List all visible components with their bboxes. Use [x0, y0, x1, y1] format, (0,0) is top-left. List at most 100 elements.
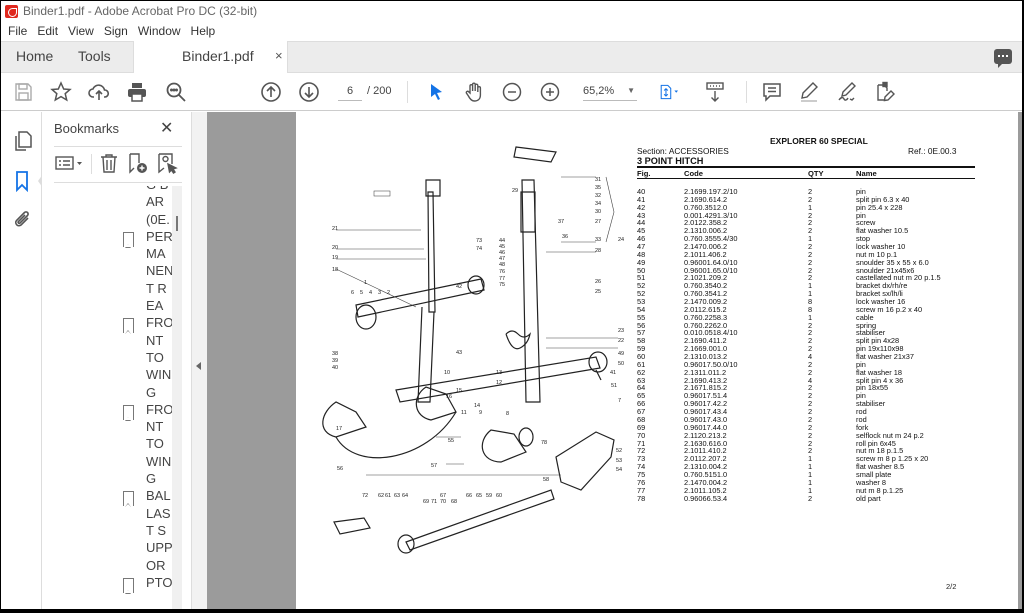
bookmarks-icon[interactable]	[11, 170, 33, 193]
menu-view[interactable]: View	[68, 24, 94, 38]
diagram-callout-label: 1	[364, 280, 367, 286]
previous-page-icon[interactable]	[260, 81, 282, 103]
tab-document-label: Binder1.pdf	[182, 48, 254, 64]
diagram-callout-label: 15	[456, 388, 462, 394]
heading-rule	[637, 166, 975, 168]
diagram-callout-label: 26	[595, 279, 601, 285]
divider	[54, 146, 182, 147]
diagram-part	[513, 146, 557, 163]
table-row: 78 0.96066.53.4 2 old part	[637, 493, 975, 503]
new-bookmark-icon[interactable]	[127, 152, 149, 174]
menu-file[interactable]: File	[8, 24, 27, 38]
bookmarks-list: G BAR (0E. PERMANENT REA FRONT TO WING F…	[54, 186, 172, 610]
menu-sign[interactable]: Sign	[104, 24, 128, 38]
bookmarks-panel: Bookmarks ✕ G BAR (0E.	[42, 112, 191, 610]
tab-tools[interactable]: Tools	[78, 48, 111, 64]
zoom-level-value: 65,2%	[583, 85, 615, 97]
diagram-callout-label: 9	[479, 410, 482, 416]
highlight-icon[interactable]	[798, 81, 820, 103]
zoom-out-icon[interactable]	[501, 81, 523, 103]
bookmark-item[interactable]: BALLAST SUPPOR	[54, 487, 172, 573]
toolbar-divider	[407, 81, 408, 103]
diagram-callout-label: 70	[440, 499, 446, 505]
bookmark-star-icon[interactable]	[50, 81, 72, 103]
bookmark-label: FRONT TO WING	[146, 315, 172, 400]
comment-icon[interactable]	[761, 81, 783, 103]
tab-document[interactable]: Binder1.pdf ×	[133, 41, 288, 74]
diagram-callout-label: 33	[595, 237, 601, 243]
zoom-in-icon[interactable]	[539, 81, 561, 103]
fill-sign-icon[interactable]	[874, 81, 896, 103]
diagram-callout-label: 69	[423, 499, 429, 505]
bookmark-item[interactable]: FRONT TO WING	[54, 314, 172, 400]
menu-edit[interactable]: Edit	[37, 24, 58, 38]
diagram-callout-label: 71	[431, 499, 437, 505]
cloud-upload-icon[interactable]	[88, 81, 110, 103]
diagram-callout-label: 62	[378, 493, 384, 499]
close-panel-icon[interactable]: ✕	[160, 118, 173, 138]
sign-icon[interactable]	[836, 81, 858, 103]
diagram-callout-label: 16	[446, 394, 452, 400]
menu-help[interactable]: Help	[191, 24, 216, 38]
print-icon[interactable]	[126, 81, 148, 103]
menu-window[interactable]: Window	[138, 24, 181, 38]
zoom-level-dropdown[interactable]: 65,2% ▼	[583, 83, 637, 101]
diagram-callout-label: 24	[618, 237, 624, 243]
diagram-callout-label: 39	[332, 358, 338, 364]
search-zoom-icon[interactable]	[165, 81, 187, 103]
diagram-callout-label: 76	[499, 269, 505, 275]
diagram-callout-label: 49	[618, 351, 624, 357]
parts-diagram: 313532343037 2736 3328262524292120191816 5 4…	[322, 146, 624, 554]
bookmark-label: PERMANENT REA	[146, 228, 172, 314]
panel-collapse-strip[interactable]	[191, 112, 207, 610]
bookmark-item[interactable]: PERMANENT REA	[54, 228, 172, 314]
diagram-part	[417, 306, 435, 403]
parts-table-body: 40 2.1699.197.2/10 2 pin 41 2.1690.614.2 2 spli…	[637, 188, 975, 502]
diagram-callout-label: 58	[543, 477, 549, 483]
diagram-part	[335, 411, 457, 459]
scrollbar-thumb[interactable]	[176, 216, 178, 231]
next-page-icon[interactable]	[298, 81, 320, 103]
chat-icon[interactable]	[994, 49, 1012, 68]
options-icon[interactable]	[54, 152, 86, 174]
diagram-callout-label: 63	[394, 493, 400, 499]
attachments-icon[interactable]	[11, 209, 33, 231]
diagram-callout-label: 25	[595, 289, 601, 295]
scroll-mode-icon[interactable]	[704, 81, 726, 103]
diagram-callout-label: 50	[618, 361, 624, 367]
diagram-part	[555, 431, 615, 491]
hand-icon[interactable]	[463, 81, 485, 103]
close-tab-icon[interactable]: ×	[275, 48, 283, 63]
bookmarks-scrollbar[interactable]	[172, 186, 182, 610]
diagram-callout-label: 23	[618, 328, 624, 334]
select-arrow-icon[interactable]	[425, 81, 447, 103]
bookmark-item[interactable]: PTO	[54, 574, 172, 594]
bookmark-properties-icon[interactable]	[156, 152, 178, 174]
bookmark-item[interactable]: FRONT TO WING	[54, 401, 172, 487]
diagram-callout-label: 10	[444, 370, 450, 376]
diagram-callout-label: 8	[506, 411, 509, 417]
save-icon[interactable]	[12, 81, 34, 103]
bookmark-label: G BAR (0E.	[146, 186, 170, 227]
bookmark-item[interactable]: G BAR (0E.	[54, 186, 172, 228]
fit-page-icon[interactable]	[655, 81, 685, 103]
cell-code: 0.96066.53.4	[684, 493, 728, 503]
diagram-stamp	[373, 190, 391, 197]
diagram-callout-label: 34	[595, 201, 601, 207]
cell-qty: 2	[808, 493, 813, 503]
delete-icon[interactable]	[98, 152, 120, 174]
window-title: Binder1.pdf - Adobe Acrobat Pro DC (32-b…	[23, 4, 258, 18]
diagram-callout-label: 66	[466, 493, 472, 499]
column-fig: Fig.	[637, 169, 651, 178]
diagram-callout-label: 75	[499, 282, 505, 288]
diagram-callout-label: 41	[610, 370, 616, 376]
collapse-arrow-icon[interactable]	[196, 362, 201, 370]
page-thumbnails-icon[interactable]	[11, 130, 33, 152]
menu-bar: File Edit View Sign Window Help	[1, 21, 1022, 41]
acrobat-logo-icon	[5, 4, 18, 18]
page-number-input[interactable]: 6	[338, 83, 362, 101]
diagram-callout-label: 65	[476, 493, 482, 499]
bookmark-icon	[123, 491, 134, 508]
left-navigation-rail	[1, 112, 43, 610]
tab-home[interactable]: Home	[16, 48, 53, 64]
